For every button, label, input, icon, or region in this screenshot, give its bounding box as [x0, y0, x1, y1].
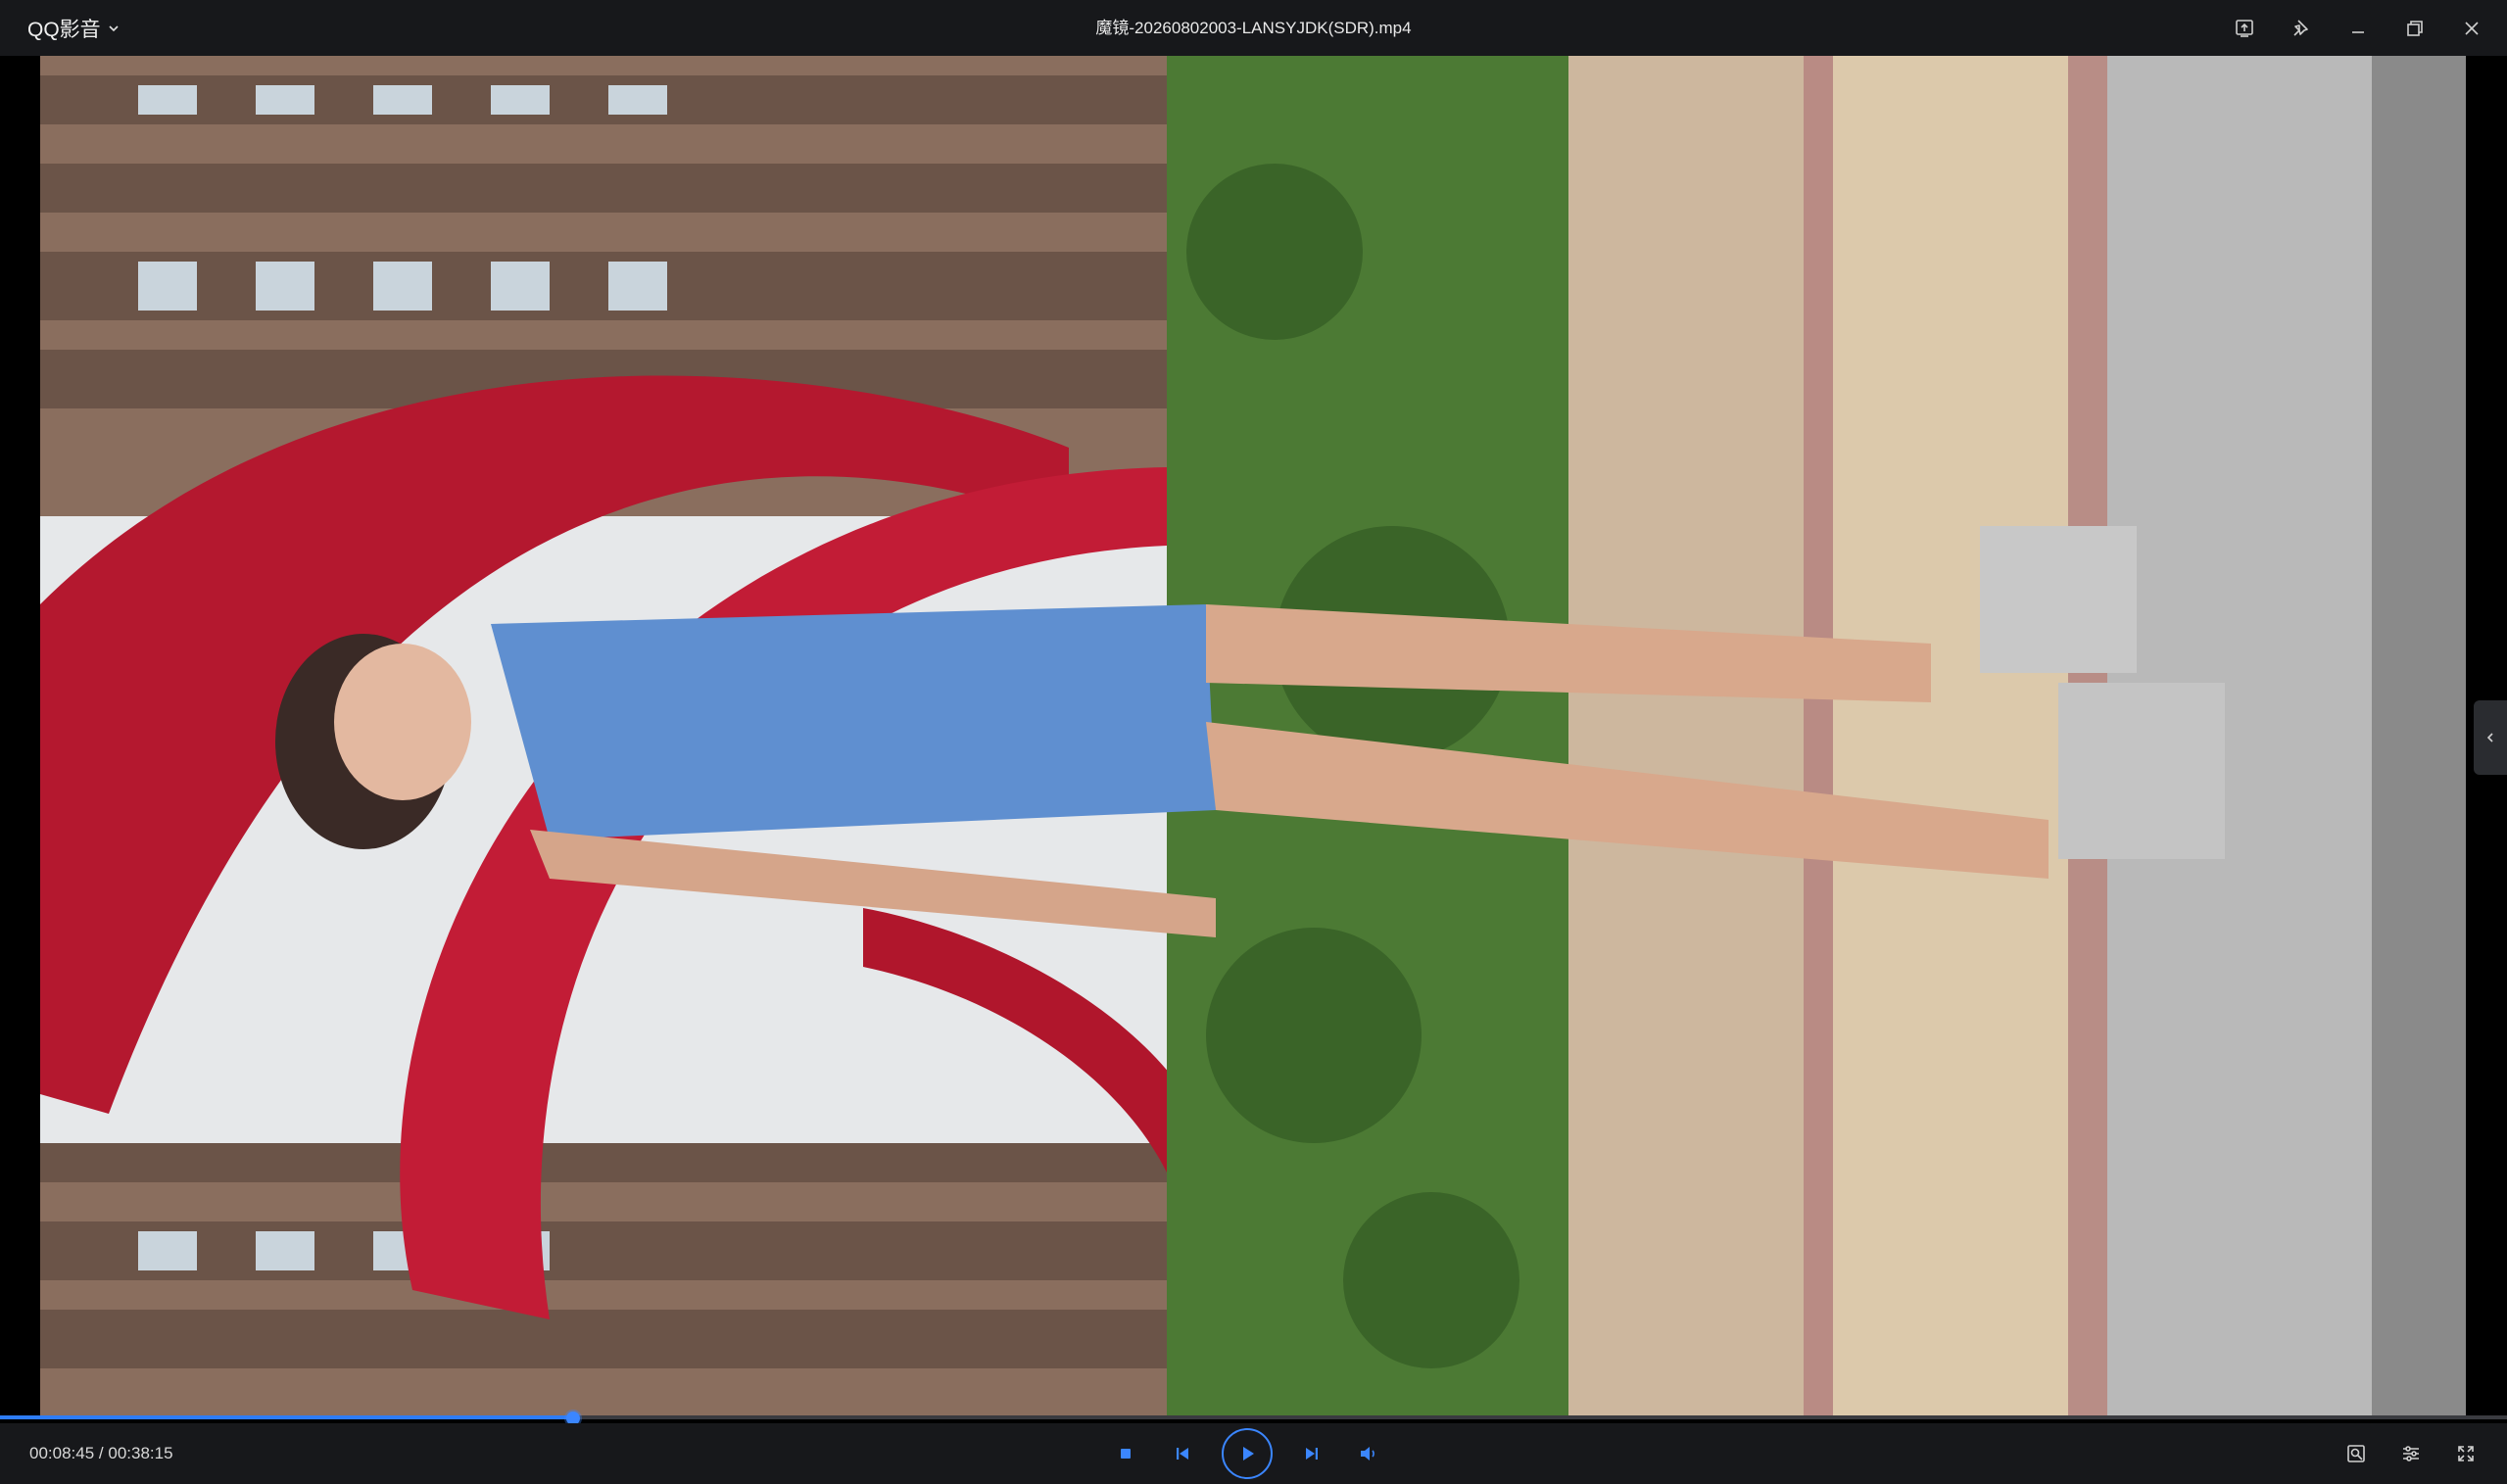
chevron-down-icon — [109, 24, 119, 31]
side-panel-toggle[interactable] — [2474, 700, 2507, 775]
settings-icon — [2403, 1446, 2419, 1461]
player-window: QQ影音 魔镜-20260802003-LANSYJDK(SDR).mp4 00… — [0, 0, 2507, 1484]
play-icon — [1243, 1447, 1254, 1460]
next-button[interactable] — [1294, 1436, 1329, 1471]
window-controls — [2227, 0, 2489, 56]
restore-icon — [2407, 20, 2423, 36]
title-bar: QQ影音 魔镜-20260802003-LANSYJDK(SDR).mp4 — [0, 0, 2507, 56]
pin-button[interactable] — [2284, 11, 2319, 46]
pin-icon — [2293, 19, 2308, 36]
right-controls — [2338, 1423, 2483, 1484]
time-separator: / — [98, 1444, 104, 1462]
playback-controls — [1108, 1423, 1386, 1484]
screen-mirror-icon — [2236, 19, 2253, 37]
time-display: 00:08:45 / 00:38:15 — [29, 1423, 173, 1484]
chevron-left-icon — [2486, 733, 2493, 742]
stop-button[interactable] — [1108, 1436, 1143, 1471]
close-button[interactable] — [2454, 11, 2489, 46]
current-time: 00:08:45 — [29, 1444, 95, 1462]
screen-mirror-button[interactable] — [2227, 11, 2262, 46]
screenshot-icon — [2347, 1445, 2365, 1462]
video-scene — [40, 56, 2466, 1419]
next-icon — [1306, 1448, 1318, 1460]
play-button[interactable] — [1222, 1428, 1273, 1479]
minimize-button[interactable] — [2340, 11, 2376, 46]
total-time: 00:38:15 — [108, 1444, 173, 1462]
previous-button[interactable] — [1165, 1436, 1200, 1471]
fullscreen-icon — [2458, 1446, 2474, 1461]
video-frame[interactable] — [40, 56, 2466, 1419]
stop-icon — [1121, 1449, 1131, 1459]
settings-button[interactable] — [2393, 1436, 2429, 1471]
close-icon — [2465, 21, 2479, 35]
file-title: 魔镜-20260802003-LANSYJDK(SDR).mp4 — [1095, 19, 1412, 37]
volume-button[interactable] — [1351, 1436, 1386, 1471]
control-bar: 00:08:45 / 00:38:15 — [0, 1423, 2507, 1484]
app-brand-label: QQ影音 — [27, 18, 101, 41]
app-menu-button[interactable]: QQ影音 — [27, 0, 121, 56]
screenshot-button[interactable] — [2338, 1436, 2374, 1471]
seek-fill — [0, 1415, 573, 1419]
previous-icon — [1177, 1448, 1188, 1460]
fullscreen-button[interactable] — [2448, 1436, 2483, 1471]
restore-button[interactable] — [2397, 11, 2433, 46]
volume-icon — [1361, 1447, 1374, 1460]
minimize-icon — [2352, 30, 2364, 33]
seek-bar[interactable] — [0, 1412, 2507, 1425]
